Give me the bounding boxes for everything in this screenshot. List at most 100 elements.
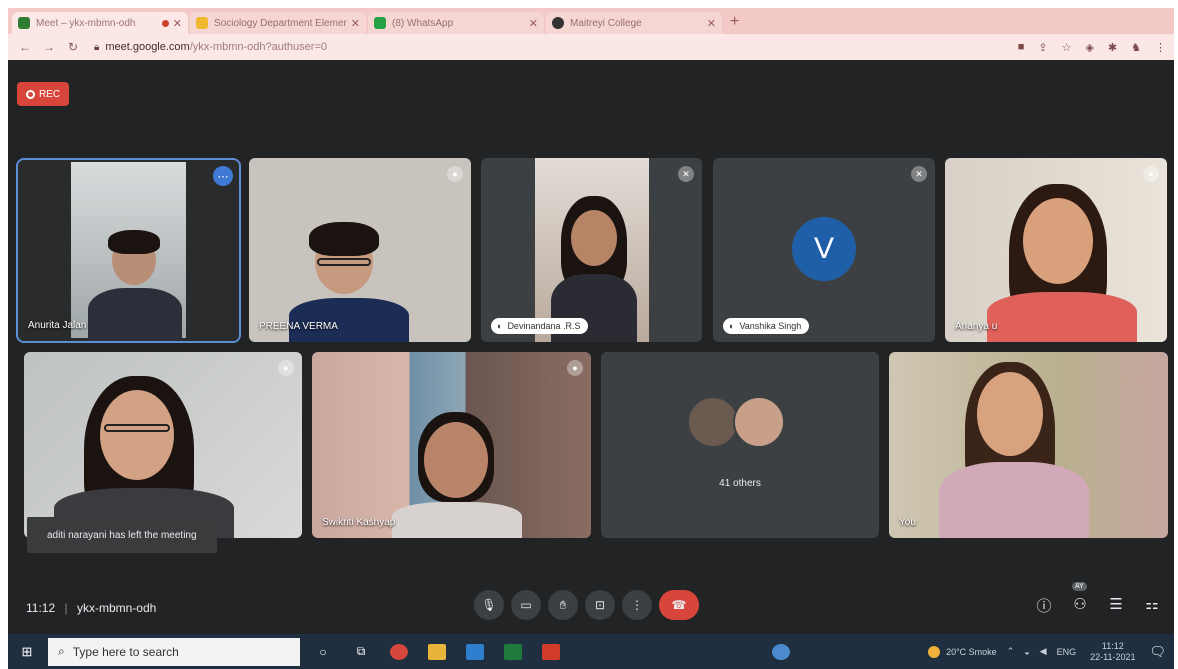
kebab-menu-icon[interactable]: ⋮: [1155, 41, 1166, 54]
task-view-icon[interactable]: ⧉: [346, 638, 376, 666]
participant-tile[interactable]: ● Ananya u: [945, 158, 1167, 342]
meeting-info-icon[interactable]: ⓘ: [1033, 595, 1055, 616]
microphone-toggle-icon[interactable]: 🎙︎: [474, 590, 504, 620]
participant-tile[interactable]: ● Swikriti Kashyap: [312, 352, 591, 538]
forward-arrow-icon[interactable]: →: [40, 40, 58, 54]
close-tab-icon[interactable]: ✕: [351, 17, 360, 30]
notification-icon[interactable]: 🗨︎: [1149, 644, 1166, 660]
close-tab-icon[interactable]: ✕: [173, 17, 182, 30]
new-tab-button[interactable]: +: [730, 13, 739, 31]
close-tab-icon[interactable]: ✕: [529, 17, 538, 30]
raise-hand-icon[interactable]: ✋︎: [548, 590, 578, 620]
people-icon[interactable]: AY ⚇: [1069, 582, 1091, 616]
maps-icon[interactable]: [766, 638, 796, 666]
name-pill: ◐ Vanshika Singh: [723, 318, 810, 334]
volume-icon[interactable]: ◀︎: [1040, 646, 1047, 657]
language-indicator[interactable]: ENG: [1057, 647, 1077, 657]
profile-icon[interactable]: ♞: [1131, 41, 1141, 54]
meeting-code: ykx-mbmn-odh: [76, 601, 157, 615]
mic-muted-icon: ◐: [497, 321, 503, 331]
chevron-up-icon[interactable]: ⌃: [1007, 646, 1015, 657]
close-tab-icon[interactable]: ✕: [707, 17, 716, 30]
star-icon[interactable]: ☆: [1062, 41, 1072, 54]
participant-tile[interactable]: You: [889, 352, 1168, 538]
tab-sociology[interactable]: Sociology Department Elements ✕: [190, 12, 366, 34]
camera-indicator-icon[interactable]: ■: [1018, 41, 1025, 53]
puzzle-icon[interactable]: ✱: [1108, 41, 1117, 54]
browser-tab-bar: Meet – ykx-mbmn-odh ✕ Sociology Departme…: [8, 8, 1174, 34]
participant-tile[interactable]: ✕ ◐ Devinandana .R.S: [481, 158, 702, 342]
left-meeting-toast: aditi narayani has left the meeting: [27, 517, 217, 553]
tab-maitreyi[interactable]: Maitreyi College ✕: [546, 12, 722, 34]
side-panel-controls: ⓘ AY ⚇ ☰ ⚏: [1033, 582, 1177, 616]
windows-taskbar: ⊞ ⌕ Type here to search ○ ⧉ 20°C Smoke ⌃…: [8, 634, 1174, 669]
call-controls: 🎙︎ ▭ ✋︎ ⊡ ⋮ ☎︎: [474, 590, 706, 620]
reload-icon[interactable]: ↻: [64, 40, 82, 54]
drive-favicon-icon: [196, 17, 208, 29]
lock-icon: 🔒︎: [94, 41, 100, 53]
windows-start-icon[interactable]: ⊞: [12, 644, 42, 660]
participant-tile[interactable]: V ✕ ◐ Vanshika Singh: [713, 158, 935, 342]
meeting-details[interactable]: 11:12 | ykx-mbmn-odh: [26, 601, 156, 615]
mic-off-icon: ✕: [911, 166, 927, 182]
camera-toggle-icon[interactable]: ▭: [511, 590, 541, 620]
participant-name: Devinandana .R.S: [507, 321, 581, 331]
activities-icon[interactable]: ⚏: [1141, 595, 1163, 616]
taskbar-clock[interactable]: 11:12 22-11-2021: [1090, 641, 1135, 663]
screenshot-frame: Meet – ykx-mbmn-odh ✕ Sociology Departme…: [0, 0, 1178, 669]
whatsapp-favicon-icon: [374, 17, 386, 29]
globe-favicon-icon: [552, 17, 564, 29]
others-tile[interactable]: 41 others: [601, 352, 879, 538]
mic-off-icon: ●: [567, 360, 583, 376]
network-icon[interactable]: ◒: [1024, 647, 1029, 657]
others-count-label: 41 others: [719, 478, 761, 489]
participants-badge: AY: [1072, 582, 1087, 591]
participant-name: Vanshika Singh: [739, 321, 802, 331]
url-field[interactable]: 🔒︎ meet.google.com /ykx-mbmn-odh?authuse…: [94, 41, 1004, 53]
cortana-icon[interactable]: ○: [308, 638, 338, 666]
search-placeholder: Type here to search: [72, 644, 179, 659]
weather-text[interactable]: 20°C Smoke: [946, 647, 997, 657]
more-options-icon[interactable]: ⋮: [622, 590, 652, 620]
tab-whatsapp[interactable]: (8) WhatsApp ✕: [368, 12, 544, 34]
weather-icon: [928, 645, 941, 658]
mail-icon[interactable]: [460, 638, 490, 666]
face: [571, 210, 617, 266]
share-icon[interactable]: ⇪: [1038, 41, 1047, 54]
face: [1023, 198, 1093, 284]
glasses: [104, 424, 170, 432]
participant-name: You: [899, 517, 916, 528]
tab-title: (8) WhatsApp: [392, 17, 454, 29]
avatar: [687, 396, 739, 448]
avatar: V: [792, 217, 856, 281]
meet-stage: REC ⋯ Anurita Jalan ● PREENA VERMA ✕ ◐ D…: [8, 60, 1174, 634]
excel-icon[interactable]: [498, 638, 528, 666]
tab-meet[interactable]: Meet – ykx-mbmn-odh ✕: [12, 12, 188, 34]
others-background: [601, 352, 879, 538]
body: [987, 292, 1137, 342]
participant-name: Swikriti Kashyap: [322, 517, 396, 528]
chat-icon[interactable]: ☰: [1105, 595, 1127, 616]
taskbar-search-input[interactable]: ⌕ Type here to search: [48, 637, 300, 666]
file-explorer-icon[interactable]: [422, 638, 452, 666]
recording-indicator-icon: [161, 19, 169, 27]
face: [977, 372, 1043, 456]
meeting-time: 11:12: [26, 601, 56, 615]
tab-title: Sociology Department Elements: [214, 17, 347, 29]
participant-tile[interactable]: ● PREENA VERMA: [249, 158, 471, 342]
chrome-icon[interactable]: [384, 638, 414, 666]
url-path: /ykx-mbmn-odh?authuser=0: [189, 41, 327, 53]
participant-tile[interactable]: ⋯ Anurita Jalan: [16, 158, 241, 343]
body: [289, 298, 409, 342]
more-options-icon[interactable]: ⋯: [213, 166, 233, 186]
participant-tile[interactable]: ●: [24, 352, 302, 538]
participant-name: Anurita Jalan: [28, 320, 87, 331]
back-arrow-icon[interactable]: ←: [16, 40, 34, 54]
participant-name: PREENA VERMA: [259, 321, 338, 332]
present-screen-icon[interactable]: ⊡: [585, 590, 615, 620]
extension-icon[interactable]: ◈: [1085, 41, 1093, 54]
meet-favicon-icon: [18, 17, 30, 29]
acrobat-icon[interactable]: [536, 638, 566, 666]
recording-label: REC: [38, 88, 61, 100]
leave-call-icon[interactable]: ☎︎: [659, 590, 699, 620]
